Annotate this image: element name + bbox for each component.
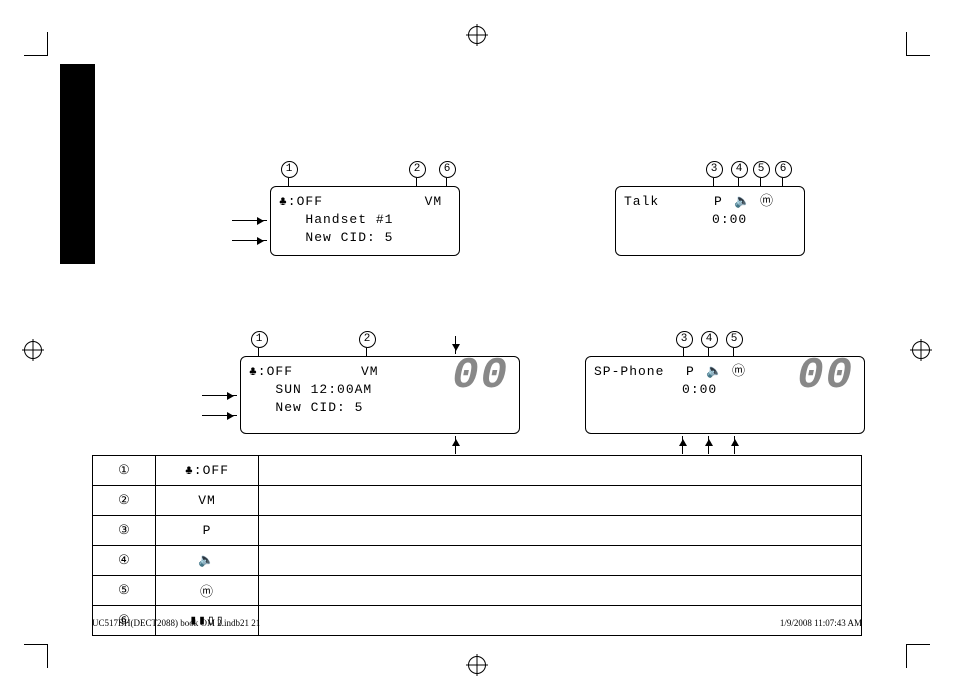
legend-desc [259, 576, 862, 606]
callout-3b: 3 [676, 331, 693, 348]
legend-desc [259, 516, 862, 546]
callout-2: 2 [409, 161, 426, 178]
legend-num: ④ [93, 546, 156, 576]
pointer-arrow-up [682, 436, 683, 454]
privacy-label: P [714, 193, 732, 211]
legend-symbol: P [156, 516, 259, 546]
crop-mark-bl [24, 644, 48, 668]
callout-6: 6 [439, 161, 456, 178]
callout-line [782, 178, 783, 186]
footer-filename: UC517BH(DECT2088) book OM 2.indb21 21 [92, 618, 260, 628]
registration-mark-bottom [468, 656, 486, 674]
callout-4: 4 [731, 161, 748, 178]
lcd-handset-standby: ♣:OFF VM Handset #1 New CID: 5 [270, 186, 460, 256]
callout-5b: 5 [726, 331, 743, 348]
vm-label: VM [425, 193, 451, 211]
pointer-arrow-up [708, 436, 709, 454]
legend-symbol: 🔈 [156, 546, 259, 576]
pointer-arrow [202, 415, 237, 416]
status-icons-b: 🔈 ⓜ [706, 363, 746, 381]
page-footer: UC517BH(DECT2088) book OM 2.indb21 21 1/… [92, 618, 862, 628]
table-row: ④🔈 [93, 546, 862, 576]
seven-segment-counter-b: 00 [797, 367, 854, 385]
registration-mark-top [468, 26, 486, 44]
pointer-arrow-up [455, 436, 456, 454]
registration-mark-left [24, 341, 42, 359]
callout-1b: 1 [251, 331, 268, 348]
page-content: ♣:OFFVM Handset #1 New CID: 5 1 2 6 Talk… [60, 60, 894, 640]
thumb-tab [60, 64, 95, 264]
legend-symbol: ♣:OFF [156, 456, 259, 486]
legend-num: ② [93, 486, 156, 516]
talk-label: Talk [624, 194, 659, 209]
vm-label-b: VM [361, 363, 379, 381]
callout-line [446, 178, 447, 186]
callout-line [733, 348, 734, 356]
table-row: ②VM [93, 486, 862, 516]
pointer-arrow [202, 395, 237, 396]
callout-line [288, 178, 289, 186]
table-row: ①♣:OFF [93, 456, 862, 486]
callout-5: 5 [753, 161, 770, 178]
lcd-base-talk: SP-PhoneP 🔈 ⓜ 0:00 00 [585, 356, 865, 434]
table-row: ③P [93, 516, 862, 546]
legend-num: ① [93, 456, 156, 486]
legend-num: ③ [93, 516, 156, 546]
handset-name-line: Handset #1 [279, 211, 451, 229]
seven-segment-counter: 00 [452, 367, 509, 385]
status-icons: 🔈 ⓜ [734, 193, 774, 211]
crop-mark-br [906, 644, 930, 668]
callout-line [760, 178, 761, 186]
callout-line [366, 348, 367, 356]
legend-desc [259, 546, 862, 576]
timer-line: 0:00 [624, 211, 796, 229]
footer-timestamp: 1/9/2008 11:07:43 AM [780, 618, 862, 628]
registration-mark-right [912, 341, 930, 359]
new-cid-line-b: New CID: 5 [249, 399, 511, 417]
legend-num: ⑤ [93, 576, 156, 606]
privacy-label-b: P [686, 363, 704, 381]
pointer-arrow [232, 240, 267, 241]
callout-line [416, 178, 417, 186]
legend-table: ①♣:OFF②VM③P④🔈⑤ⓜ⑥▮▮▯▯ [92, 455, 862, 636]
lcd-handset-talk: Talk P 🔈 ⓜ 0:00 [615, 186, 805, 256]
callout-line [713, 178, 714, 186]
legend-desc [259, 456, 862, 486]
callout-6b: 6 [775, 161, 792, 178]
callout-1: 1 [281, 161, 298, 178]
callout-line [708, 348, 709, 356]
lcd-base-standby: ♣:OFFVM SUN 12:00AM New CID: 5 00 [240, 356, 520, 434]
pointer-arrow [232, 220, 267, 221]
new-cid-line: New CID: 5 [279, 229, 451, 247]
crop-mark-tl [24, 32, 48, 56]
callout-2b: 2 [359, 331, 376, 348]
ringer-off-label: ♣:OFF [279, 194, 323, 209]
ringer-off-label-b: ♣:OFF [249, 364, 293, 379]
table-row: ⑤ⓜ [93, 576, 862, 606]
callout-line [258, 348, 259, 356]
spphone-label: SP-Phone [594, 364, 664, 379]
callout-4b: 4 [701, 331, 718, 348]
pointer-arrow-down [455, 336, 456, 354]
crop-mark-tr [906, 32, 930, 56]
pointer-arrow-up [734, 436, 735, 454]
legend-symbol: VM [156, 486, 259, 516]
legend-desc [259, 486, 862, 516]
callout-line [683, 348, 684, 356]
legend-symbol: ⓜ [156, 576, 259, 606]
callout-line [738, 178, 739, 186]
callout-3: 3 [706, 161, 723, 178]
